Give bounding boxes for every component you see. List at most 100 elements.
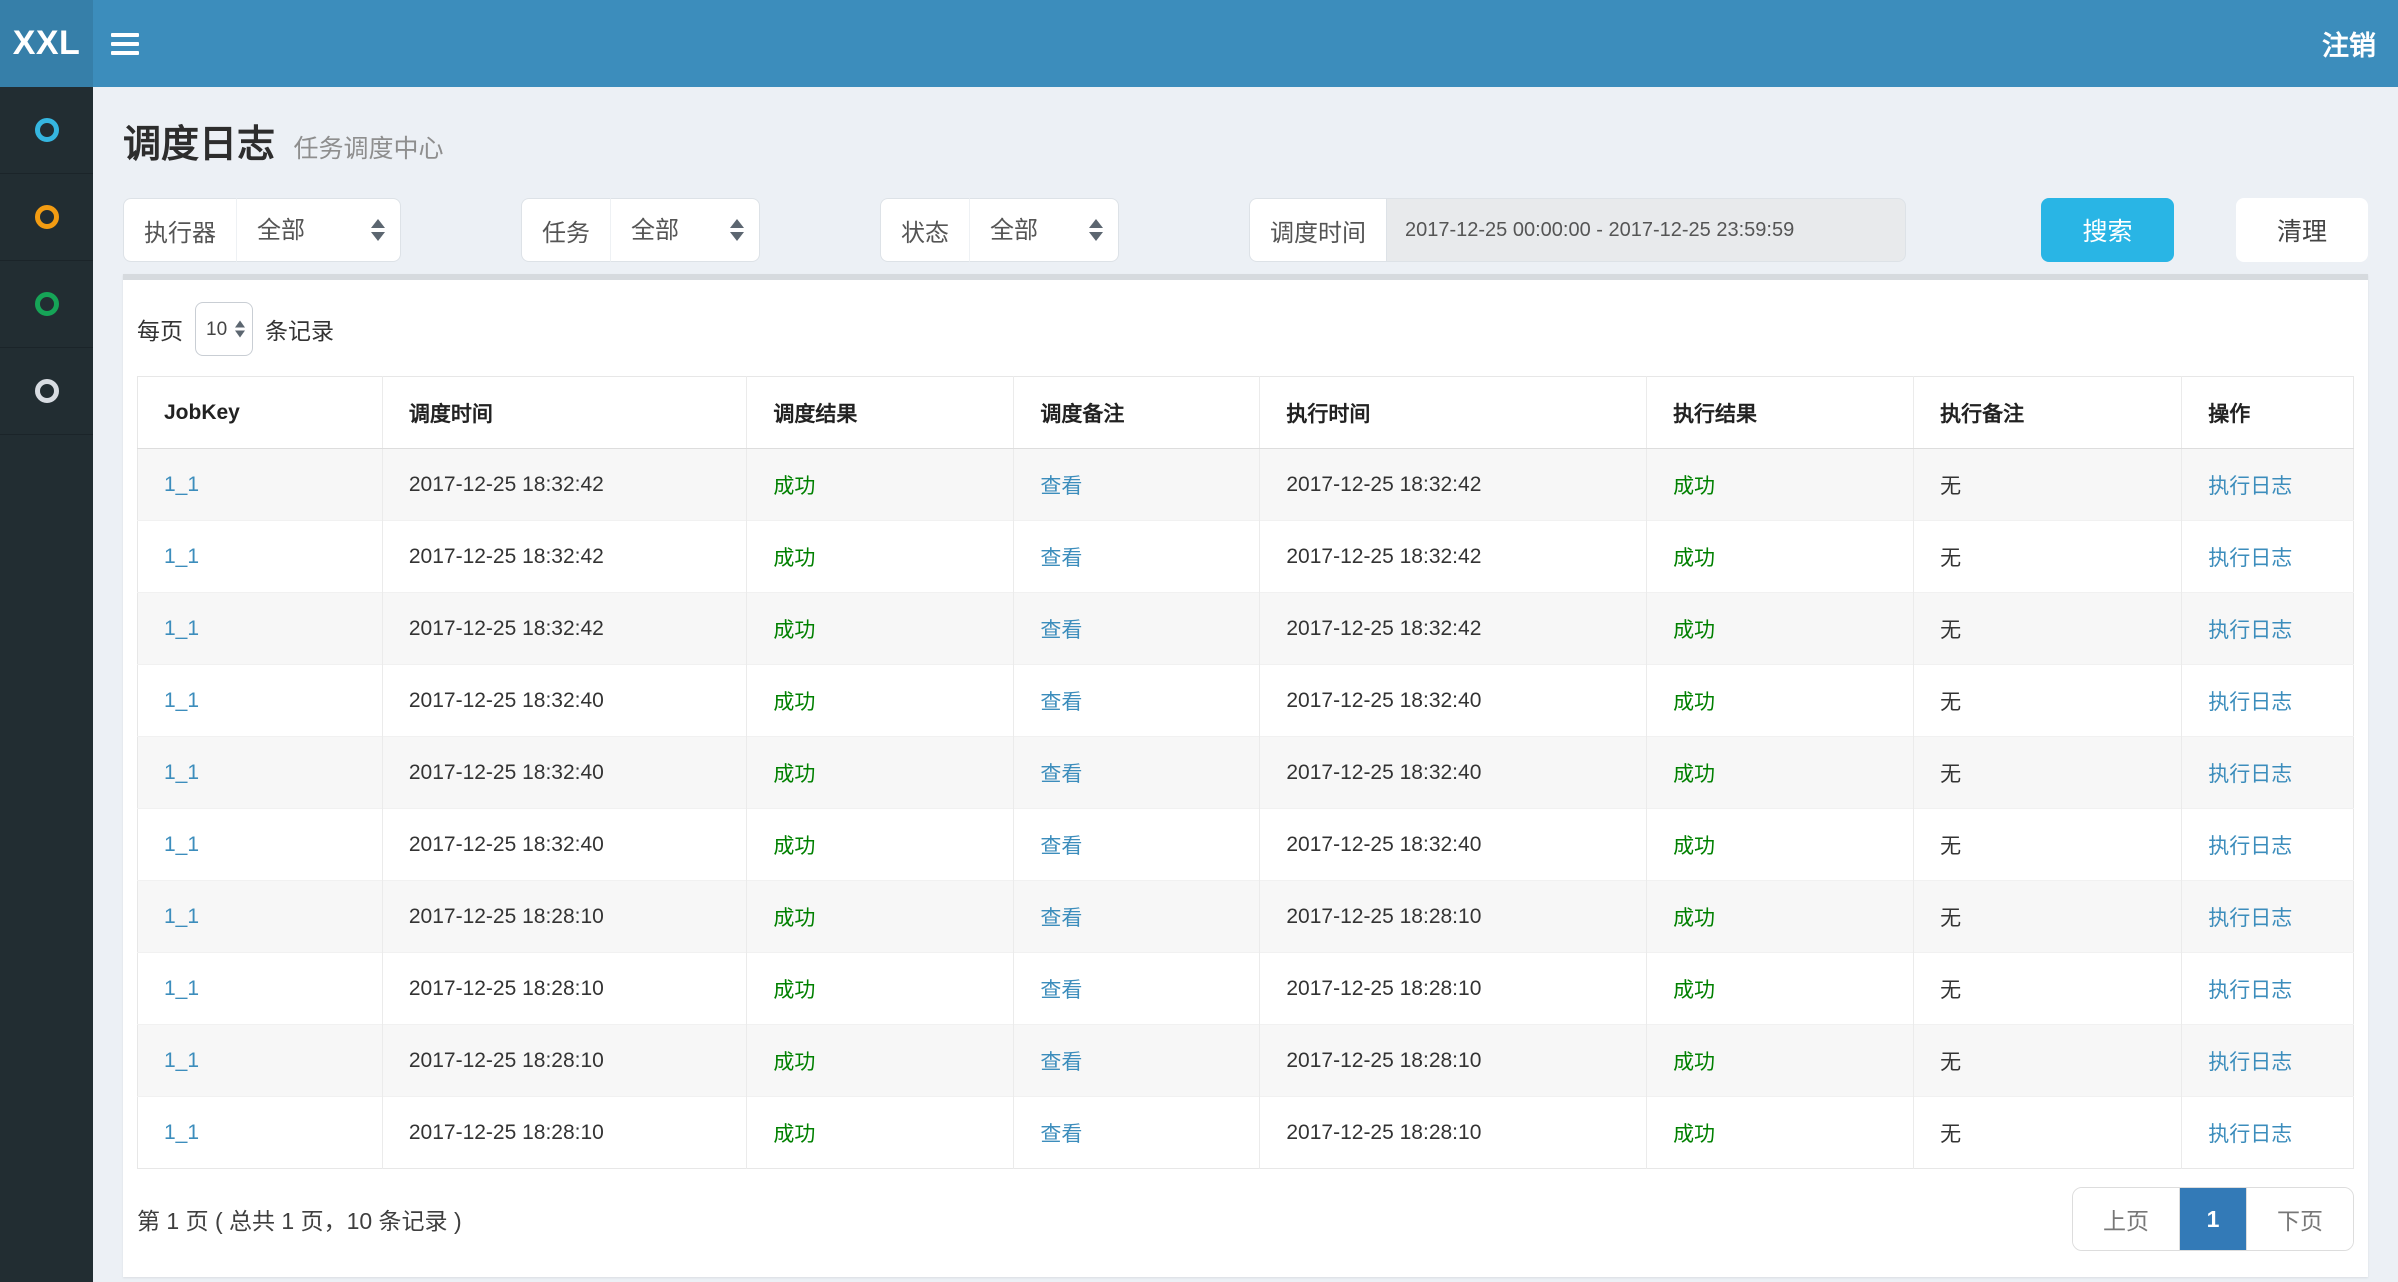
table-row: 1_1 2017-12-25 18:32:40 成功 查看 2017-12-25…: [138, 809, 2354, 881]
execution-log-link[interactable]: 执行日志: [2208, 835, 2292, 858]
content-header: 调度日志 任务调度中心: [123, 87, 2368, 192]
trigger-result-value: 成功: [773, 547, 815, 570]
executor-filter-select[interactable]: 全部: [236, 198, 401, 262]
handle-time-value: 2017-12-25 18:32:42: [1286, 617, 1481, 640]
execution-log-link[interactable]: 执行日志: [2208, 547, 2292, 570]
sidebar-toggle-button[interactable]: [93, 0, 157, 87]
table-row: 1_1 2017-12-25 18:32:40 成功 查看 2017-12-25…: [138, 737, 2354, 809]
trigger-time-value: 2017-12-25 18:32:42: [409, 545, 604, 568]
execution-log-link[interactable]: 执行日志: [2208, 475, 2292, 498]
column-header-trigger-msg: 调度备注: [1014, 377, 1260, 449]
handle-result-value: 成功: [1673, 1123, 1715, 1146]
job-filter-select[interactable]: 全部: [610, 198, 760, 262]
job-filter-group: 任务 全部: [521, 198, 760, 262]
handle-time-value: 2017-12-25 18:32:40: [1286, 833, 1481, 856]
current-page-button[interactable]: 1: [2180, 1188, 2246, 1250]
execution-log-link[interactable]: 执行日志: [2208, 619, 2292, 642]
circle-o-icon: [35, 118, 59, 142]
column-header-handle-time: 执行时间: [1260, 377, 1647, 449]
app-logo[interactable]: XXL: [0, 0, 93, 87]
per-page-select[interactable]: 10: [195, 302, 253, 356]
jobkey-link[interactable]: 1_1: [164, 1121, 199, 1144]
execution-log-link[interactable]: 执行日志: [2208, 979, 2292, 1002]
column-header-trigger-time: 调度时间: [382, 377, 747, 449]
handle-time-value: 2017-12-25 18:32:42: [1286, 473, 1481, 496]
trigger-time-range-input[interactable]: [1386, 198, 1906, 262]
per-page-control: 每页 10 条记录: [137, 280, 2354, 376]
table-header-row: JobKey 调度时间 调度结果 调度备注 执行时间 执行结果 执行备注 操作: [138, 377, 2354, 449]
trigger-result-value: 成功: [773, 691, 815, 714]
trigger-msg-link[interactable]: 查看: [1040, 979, 1082, 1002]
jobkey-link[interactable]: 1_1: [164, 905, 199, 928]
handle-result-value: 成功: [1673, 619, 1715, 642]
execution-log-link[interactable]: 执行日志: [2208, 1051, 2292, 1074]
sidebar-item-menu-3[interactable]: [0, 261, 93, 348]
job-filter-label: 任务: [521, 198, 610, 262]
trigger-msg-link[interactable]: 查看: [1040, 835, 1082, 858]
jobkey-link[interactable]: 1_1: [164, 761, 199, 784]
search-button[interactable]: 搜索: [2041, 198, 2174, 262]
trigger-time-value: 2017-12-25 18:32:40: [409, 833, 604, 856]
handle-time-value: 2017-12-25 18:32:40: [1286, 761, 1481, 784]
trigger-msg-link[interactable]: 查看: [1040, 619, 1082, 642]
sidebar-item-menu-1[interactable]: [0, 87, 93, 174]
prev-page-button[interactable]: 上页: [2073, 1188, 2180, 1250]
filter-toolbar: 执行器 全部 任务 全部 状态 全部: [123, 198, 2368, 262]
handle-msg-value: 无: [1940, 763, 1961, 786]
logout-link[interactable]: 注销: [2300, 0, 2398, 87]
handle-time-value: 2017-12-25 18:32:42: [1286, 545, 1481, 568]
trigger-result-value: 成功: [773, 907, 815, 930]
trigger-msg-link[interactable]: 查看: [1040, 547, 1082, 570]
trigger-time-value: 2017-12-25 18:32:42: [409, 473, 604, 496]
trigger-time-value: 2017-12-25 18:32:42: [409, 617, 604, 640]
trigger-msg-link[interactable]: 查看: [1040, 475, 1082, 498]
handle-result-value: 成功: [1673, 979, 1715, 1002]
main-content: 调度日志 任务调度中心 执行器 全部 任务 全部 状态: [93, 87, 2398, 1282]
trigger-time-value: 2017-12-25 18:32:40: [409, 689, 604, 712]
handle-time-value: 2017-12-25 18:28:10: [1286, 905, 1481, 928]
trigger-msg-link[interactable]: 查看: [1040, 691, 1082, 714]
per-page-prefix-label: 每页: [137, 312, 183, 346]
circle-o-icon: [35, 205, 59, 229]
jobkey-link[interactable]: 1_1: [164, 977, 199, 1000]
jobkey-link[interactable]: 1_1: [164, 545, 199, 568]
per-page-suffix-label: 条记录: [265, 312, 334, 346]
trigger-result-value: 成功: [773, 619, 815, 642]
handle-result-value: 成功: [1673, 763, 1715, 786]
sidebar-item-menu-2[interactable]: [0, 174, 93, 261]
clean-button[interactable]: 清理: [2236, 198, 2368, 262]
handle-time-value: 2017-12-25 18:32:40: [1286, 689, 1481, 712]
jobkey-link[interactable]: 1_1: [164, 617, 199, 640]
jobkey-link[interactable]: 1_1: [164, 473, 199, 496]
jobkey-link[interactable]: 1_1: [164, 1049, 199, 1072]
trigger-msg-link[interactable]: 查看: [1040, 1051, 1082, 1074]
trigger-result-value: 成功: [773, 475, 815, 498]
trigger-msg-link[interactable]: 查看: [1040, 763, 1082, 786]
circle-o-icon: [35, 292, 59, 316]
handle-msg-value: 无: [1940, 691, 1961, 714]
pagination-info: 第 1 页 ( 总共 1 页，10 条记录 ): [137, 1202, 462, 1236]
handle-result-value: 成功: [1673, 691, 1715, 714]
execution-log-link[interactable]: 执行日志: [2208, 691, 2292, 714]
trigger-result-value: 成功: [773, 835, 815, 858]
handle-result-value: 成功: [1673, 835, 1715, 858]
trigger-msg-link[interactable]: 查看: [1040, 907, 1082, 930]
execution-log-link[interactable]: 执行日志: [2208, 1123, 2292, 1146]
handle-result-value: 成功: [1673, 1051, 1715, 1074]
trigger-msg-link[interactable]: 查看: [1040, 1123, 1082, 1146]
execution-log-link[interactable]: 执行日志: [2208, 907, 2292, 930]
status-filter-label: 状态: [880, 198, 969, 262]
next-page-button[interactable]: 下页: [2246, 1188, 2353, 1250]
sidebar-item-menu-4[interactable]: [0, 348, 93, 435]
jobkey-link[interactable]: 1_1: [164, 689, 199, 712]
log-table-panel: 每页 10 条记录 JobKey 调度时间 调度结果 调度备注 执行: [123, 274, 2368, 1277]
jobkey-link[interactable]: 1_1: [164, 833, 199, 856]
trigger-time-value: 2017-12-25 18:28:10: [409, 1121, 604, 1144]
pagination-bar: 第 1 页 ( 总共 1 页，10 条记录 ) 上页 1 下页: [137, 1169, 2354, 1277]
table-row: 1_1 2017-12-25 18:28:10 成功 查看 2017-12-25…: [138, 1025, 2354, 1097]
column-header-jobkey: JobKey: [138, 377, 383, 449]
table-row: 1_1 2017-12-25 18:32:42 成功 查看 2017-12-25…: [138, 593, 2354, 665]
status-filter-select[interactable]: 全部: [969, 198, 1119, 262]
handle-result-value: 成功: [1673, 475, 1715, 498]
execution-log-link[interactable]: 执行日志: [2208, 763, 2292, 786]
